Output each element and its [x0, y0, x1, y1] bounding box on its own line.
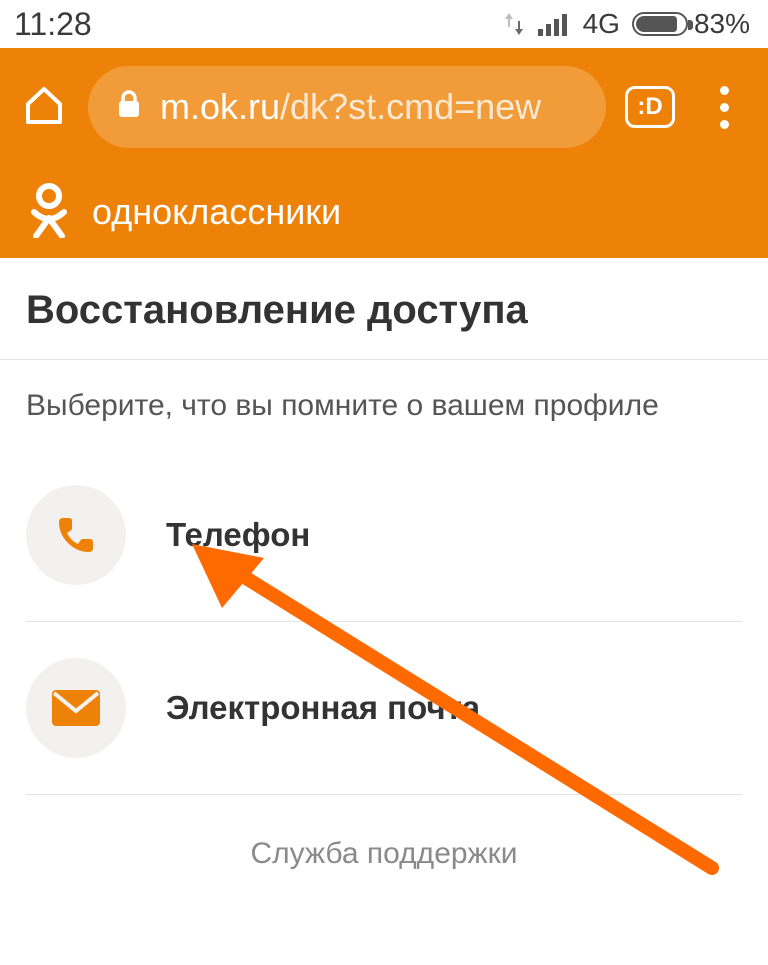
- browser-menu-button[interactable]: [694, 77, 754, 137]
- battery-percent: 83%: [694, 8, 750, 40]
- option-email[interactable]: Электронная почта: [26, 636, 742, 780]
- phone-icon: [26, 485, 126, 585]
- lock-icon: [116, 86, 160, 128]
- page-content: Восстановление доступа Выберите, что вы …: [0, 258, 768, 911]
- kebab-menu-icon: [720, 86, 729, 129]
- page-subtitle: Выберите, что вы помните о вашем профиле: [0, 360, 768, 463]
- status-right: 4G 83%: [503, 8, 750, 40]
- site-header: одноклассники: [0, 166, 768, 258]
- email-icon: [26, 658, 126, 758]
- battery-icon: [632, 12, 688, 36]
- url-bar[interactable]: m.ok.ru /dk?st.cmd=new: [88, 66, 606, 148]
- url-path: /dk?st.cmd=new: [280, 86, 541, 128]
- tab-count-chip: :D: [625, 86, 675, 128]
- home-icon: [23, 84, 65, 131]
- recovery-option-list: Телефон Электронная почта: [0, 463, 768, 795]
- option-email-label: Электронная почта: [166, 689, 480, 727]
- home-button[interactable]: [14, 77, 74, 137]
- battery-indicator: 83%: [632, 8, 750, 40]
- network-type-label: 4G: [583, 8, 620, 40]
- status-time: 11:28: [14, 6, 92, 43]
- page-title: Восстановление доступа: [0, 258, 768, 359]
- status-bar: 11:28 4G 83%: [0, 0, 768, 48]
- support-link[interactable]: Служба поддержки: [0, 809, 768, 911]
- url-domain: m.ok.ru: [160, 86, 280, 128]
- signal-icon: [537, 11, 571, 37]
- site-name: одноклассники: [92, 191, 341, 233]
- browser-bar: m.ok.ru /dk?st.cmd=new :D: [0, 48, 768, 166]
- tabs-button[interactable]: :D: [620, 77, 680, 137]
- ok-logo-icon: [28, 182, 70, 243]
- divider: [26, 794, 742, 795]
- option-phone-label: Телефон: [166, 516, 310, 554]
- divider: [26, 621, 742, 622]
- option-phone[interactable]: Телефон: [26, 463, 742, 607]
- network-activity-icon: [503, 11, 525, 37]
